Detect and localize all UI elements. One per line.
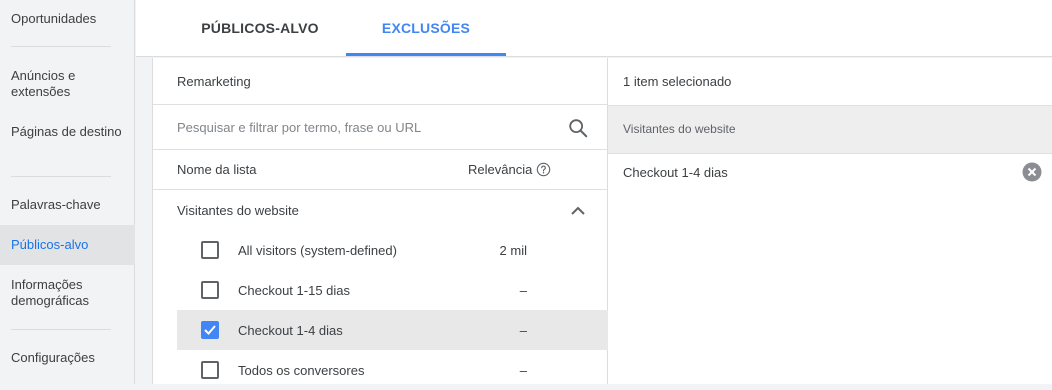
tab-exclusoes[interactable]: EXCLUSÕES: [346, 0, 506, 56]
list-item-label: Todos os conversores: [238, 363, 365, 378]
list-item-relevance: –: [519, 363, 527, 378]
sidebar-divider: [11, 46, 111, 47]
sidebar-divider: [11, 176, 111, 177]
list-item[interactable]: Checkout 1-15 dias –: [177, 270, 608, 310]
list-item[interactable]: Checkout 1-4 dias –: [177, 310, 608, 350]
list-item-label: Checkout 1-15 dias: [238, 283, 351, 298]
sidebar-item-publicos-alvo[interactable]: Públicos-alvo: [0, 225, 135, 265]
remove-icon[interactable]: [1022, 162, 1042, 182]
group-label: Visitantes do website: [177, 203, 299, 218]
search-row: [153, 105, 607, 150]
sidebar-item-paginas-destino[interactable]: Páginas de destino: [0, 124, 135, 140]
search-icon[interactable]: [567, 117, 589, 139]
sidebar-item-informacoes-demograficas[interactable]: Informações demográficas: [0, 277, 135, 309]
selected-item: Checkout 1-4 dias: [608, 154, 1052, 190]
search-input[interactable]: [177, 115, 537, 139]
sidebar-item-palavras-chave[interactable]: Palavras-chave: [0, 197, 135, 213]
list-item-label: All visitors (system-defined): [238, 243, 397, 258]
checkbox[interactable]: [201, 241, 219, 259]
browser-header: Remarketing: [153, 58, 607, 105]
check-icon: [204, 325, 216, 335]
list-item[interactable]: All visitors (system-defined) 2 mil: [177, 230, 608, 270]
sidebar-item-oportunidades[interactable]: Oportunidades: [0, 11, 135, 27]
selected-item-label: Checkout 1-4 dias: [623, 165, 728, 180]
selected-group-header: Visitantes do website: [608, 105, 1052, 154]
selection-panel: 1 item selecionado Visitantes do website…: [608, 58, 1052, 384]
active-tab-indicator: [346, 53, 506, 56]
list-item-label: Checkout 1-4 dias: [238, 323, 343, 338]
column-name-header[interactable]: Nome da lista: [177, 162, 256, 177]
help-icon[interactable]: [536, 162, 551, 177]
column-header: Nome da lista Relevância: [153, 150, 607, 190]
list-item[interactable]: Todos os conversores –: [177, 350, 608, 390]
checkbox-checked[interactable]: [201, 321, 219, 339]
sidebar: Oportunidades Anúncios e extensões Págin…: [0, 0, 135, 384]
list-item-relevance: 2 mil: [499, 243, 527, 258]
tab-bar: PÚBLICOS-ALVO EXCLUSÕES: [136, 0, 1052, 57]
chevron-up-icon[interactable]: [570, 204, 586, 216]
tab-publicos-alvo[interactable]: PÚBLICOS-ALVO: [174, 0, 346, 56]
checkbox[interactable]: [201, 281, 219, 299]
list-item-relevance: –: [519, 323, 527, 338]
column-relevance-header[interactable]: Relevância: [468, 162, 532, 177]
group-row-visitantes[interactable]: Visitantes do website: [153, 190, 607, 230]
checkbox[interactable]: [201, 361, 219, 379]
audience-browser: Remarketing Nome da lista Relevância Vis…: [152, 58, 608, 384]
selection-count: 1 item selecionado: [623, 74, 732, 89]
sidebar-divider: [11, 329, 111, 330]
list-item-relevance: –: [519, 283, 527, 298]
sidebar-item-configuracoes[interactable]: Configurações: [0, 350, 135, 366]
sidebar-item-anuncios[interactable]: Anúncios e extensões: [0, 68, 135, 100]
